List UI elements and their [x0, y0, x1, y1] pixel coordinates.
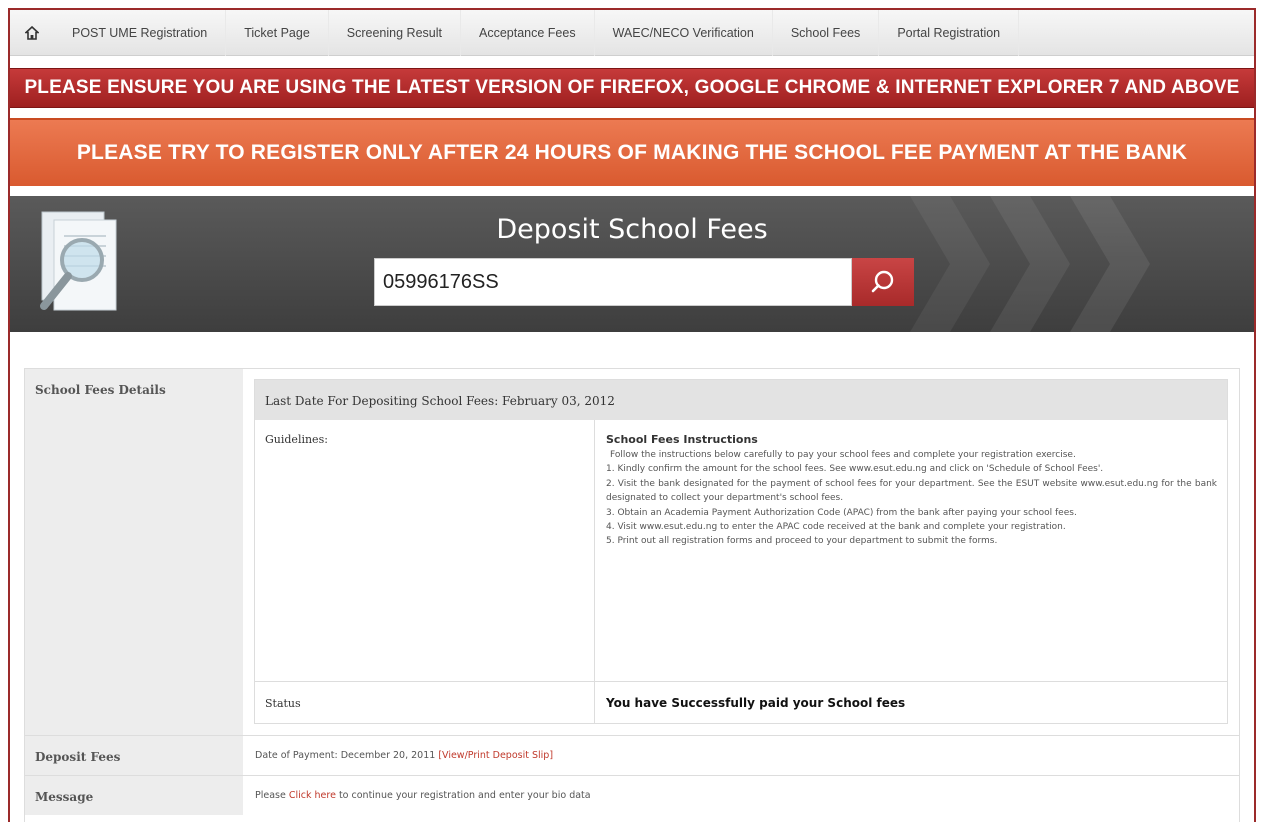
- payment-date: Date of Payment: December 20, 2011: [255, 750, 439, 761]
- home-icon[interactable]: [10, 10, 54, 56]
- page-frame: POST UME Registration Ticket Page Screen…: [8, 8, 1256, 822]
- details-inner-table: Last Date For Depositing School Fees: Fe…: [254, 379, 1228, 724]
- nav-post-ume-registration[interactable]: POST UME Registration: [54, 10, 227, 56]
- click-here-link[interactable]: Click here: [289, 790, 336, 801]
- instruction-step: 2. Visit the bank designated for the pay…: [606, 478, 1217, 504]
- message-row: Message Please Click here to continue yo…: [25, 775, 1239, 815]
- instruction-step: 1. Kindly confirm the amount for the sch…: [606, 464, 1104, 475]
- instruction-step: 4. Visit www.esut.edu.ng to enter the AP…: [606, 522, 1066, 533]
- message-prefix: Please: [255, 790, 289, 801]
- instruction-step: 5. Print out all registration forms and …: [606, 536, 998, 547]
- nav-acceptance-fees[interactable]: Acceptance Fees: [461, 10, 595, 56]
- instructions-title: School Fees Instructions: [606, 433, 758, 446]
- nav-ticket-page[interactable]: Ticket Page: [226, 10, 329, 56]
- school-fees-details-table: School Fees Details Last Date For Deposi…: [24, 368, 1240, 822]
- search-input[interactable]: 05996176SS: [374, 258, 852, 306]
- guidelines-label: Guidelines:: [255, 420, 595, 681]
- last-date-heading: Last Date For Depositing School Fees: Fe…: [255, 380, 1227, 420]
- message-value: Please Click here to continue your regis…: [255, 790, 591, 801]
- search-header: Deposit School Fees 05996176SS: [10, 196, 1254, 332]
- top-nav: POST UME Registration Ticket Page Screen…: [10, 10, 1254, 56]
- nav-school-fees[interactable]: School Fees: [773, 10, 880, 56]
- page-title: Deposit School Fees: [496, 214, 768, 245]
- search-icon: [871, 270, 894, 293]
- message-label: Message: [25, 776, 243, 815]
- instructions-block: School Fees Instructions Follow the inst…: [595, 420, 1227, 681]
- status-row: Status You have Successfully paid your S…: [255, 681, 1227, 724]
- view-print-deposit-slip-link[interactable]: [View/Print Deposit Slip]: [438, 750, 553, 761]
- nav-portal-registration[interactable]: Portal Registration: [879, 10, 1020, 56]
- deposit-fees-row: Deposit Fees Date of Payment: December 2…: [25, 735, 1239, 775]
- status-value: You have Successfully paid your School f…: [606, 696, 906, 710]
- instruction-step: 3. Obtain an Academia Payment Authorizat…: [606, 507, 1077, 518]
- register-notice-banner: PLEASE TRY TO REGISTER ONLY AFTER 24 HOU…: [10, 118, 1254, 186]
- nav-screening-result[interactable]: Screening Result: [329, 10, 461, 56]
- search-button[interactable]: [852, 258, 914, 306]
- nav-waec-neco-verification[interactable]: WAEC/NECO Verification: [595, 10, 773, 56]
- browser-notice-banner: PLEASE ENSURE YOU ARE USING THE LATEST V…: [10, 68, 1254, 108]
- details-label: School Fees Details: [25, 369, 243, 735]
- deposit-fees-value: Date of Payment: December 20, 2011 [View…: [255, 750, 553, 761]
- deposit-fees-label: Deposit Fees: [25, 736, 243, 775]
- instructions-intro: Follow the instructions below carefully …: [610, 450, 1076, 460]
- message-suffix: to continue your registration and enter …: [335, 790, 591, 801]
- status-label: Status: [255, 682, 595, 724]
